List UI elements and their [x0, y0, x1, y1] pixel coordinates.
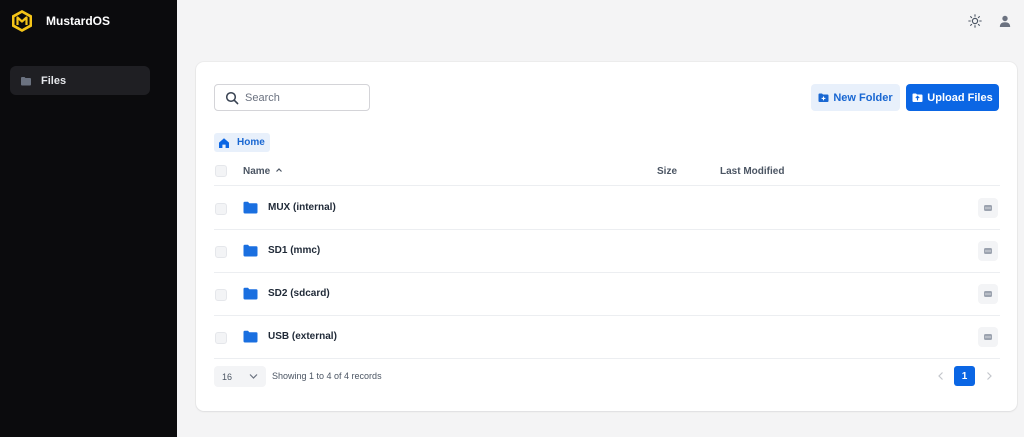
brand[interactable]: MustardOS	[10, 8, 110, 34]
more-icon	[984, 205, 992, 211]
row-actions-button[interactable]	[978, 241, 998, 261]
row-checkbox[interactable]	[215, 203, 227, 215]
table-header: Name Size Last Modified	[214, 162, 1000, 186]
upload-files-label: Upload Files	[927, 91, 993, 104]
row-checkbox[interactable]	[215, 246, 227, 258]
search-placeholder: Search	[245, 91, 280, 104]
search-input[interactable]: Search	[214, 84, 370, 111]
topbar	[177, 0, 1024, 42]
upload-files-button[interactable]: Upload Files	[906, 84, 999, 111]
new-folder-label: New Folder	[833, 91, 893, 104]
sort-ascending-icon	[276, 168, 282, 172]
sun-icon[interactable]	[968, 14, 982, 28]
sidebar-item-files[interactable]: Files	[10, 66, 150, 95]
app-name: MustardOS	[46, 14, 111, 28]
chevron-down-icon	[249, 374, 258, 379]
row-actions-button[interactable]	[978, 198, 998, 218]
table-row[interactable]: MUX (internal)	[214, 187, 1000, 230]
more-icon	[984, 248, 992, 254]
folder-icon	[243, 244, 258, 257]
new-folder-button[interactable]: New Folder	[811, 84, 900, 111]
user-icon[interactable]	[998, 14, 1012, 28]
search-icon	[225, 91, 239, 104]
row-actions-button[interactable]	[978, 327, 998, 347]
table-row[interactable]: SD2 (sdcard)	[214, 273, 1000, 316]
per-page-select[interactable]: 16	[214, 366, 266, 387]
upload-icon	[912, 93, 923, 102]
more-icon	[984, 291, 992, 297]
next-page-icon[interactable]	[982, 368, 996, 384]
file-name[interactable]: SD1 (mmc)	[268, 245, 320, 256]
more-icon	[984, 334, 992, 340]
per-page-value: 16	[222, 371, 233, 382]
column-size-header[interactable]: Size	[657, 166, 677, 177]
table-row[interactable]: USB (external)	[214, 316, 1000, 359]
folder-icon	[243, 201, 258, 214]
sidebar: MustardOS Files	[0, 0, 177, 437]
breadcrumb-home[interactable]: Home	[214, 133, 270, 152]
file-name[interactable]: SD2 (sdcard)	[268, 288, 330, 299]
mustard-logo-icon	[12, 10, 32, 32]
breadcrumb-label: Home	[237, 137, 265, 148]
row-actions-button[interactable]	[978, 284, 998, 304]
select-all-checkbox[interactable]	[215, 165, 227, 177]
file-name[interactable]: USB (external)	[268, 331, 337, 342]
sidebar-item-label: Files	[41, 74, 67, 87]
file-name[interactable]: MUX (internal)	[268, 202, 336, 213]
folder-icon	[21, 76, 31, 85]
row-checkbox[interactable]	[215, 289, 227, 301]
folder-icon	[243, 287, 258, 300]
folder-icon	[243, 330, 258, 343]
records-summary: Showing 1 to 4 of 4 records	[272, 371, 382, 381]
page-button-current[interactable]: 1	[954, 366, 975, 386]
row-checkbox[interactable]	[215, 332, 227, 344]
home-icon	[219, 137, 229, 148]
column-modified-header[interactable]: Last Modified	[720, 166, 784, 177]
column-name-header[interactable]: Name	[243, 166, 283, 177]
table-row[interactable]: SD1 (mmc)	[214, 230, 1000, 273]
previous-page-icon[interactable]	[934, 368, 948, 384]
file-browser-card: Search New Folder Upload Files Home Name	[196, 62, 1017, 411]
column-name-label: Name	[243, 166, 271, 177]
folder-plus-icon	[818, 93, 829, 102]
